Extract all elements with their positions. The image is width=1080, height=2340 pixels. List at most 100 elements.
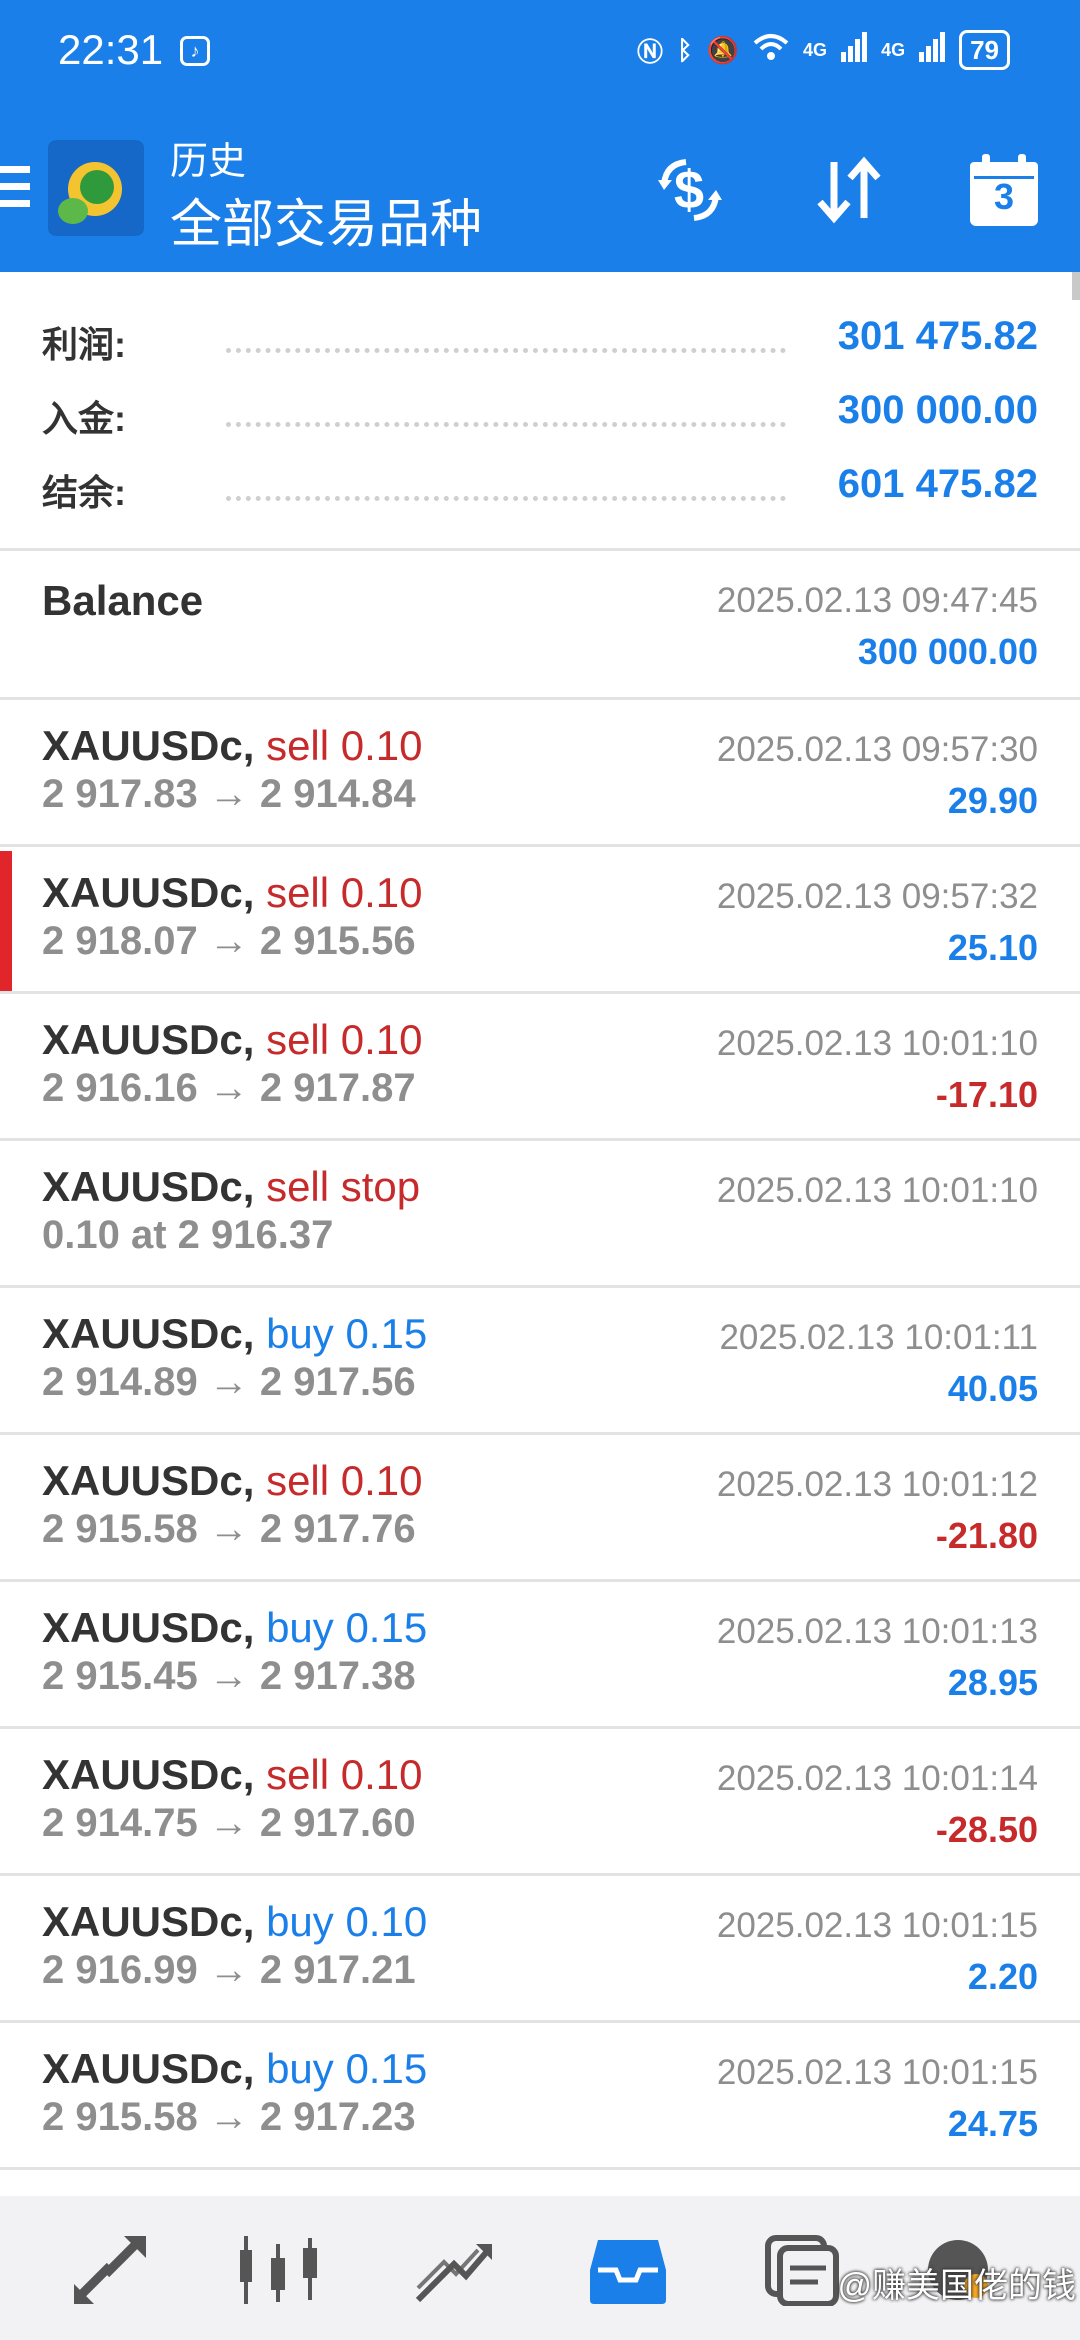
deal-symbol: XAUUSDc, bbox=[42, 1604, 255, 1651]
deal-profit: 2.20 bbox=[967, 1956, 1038, 1997]
page-title: 历史 bbox=[170, 141, 247, 183]
calendar-day: 3 bbox=[993, 176, 1015, 217]
deal-row[interactable]: XAUUSDc, sell 0.10 2 917.83 → 2 914.84 202… bbox=[0, 700, 1080, 847]
calendar-icon[interactable]: 3 bbox=[964, 150, 1044, 230]
deal-symbol: XAUUSDc, bbox=[42, 869, 255, 916]
deal-prices: 2 917.83 → 2 914.84 bbox=[42, 772, 416, 816]
deposit-value: 300 000.00 bbox=[837, 388, 1038, 432]
deposit-label: 入金: bbox=[42, 398, 126, 439]
symbol-filter[interactable]: 全部交易品种 bbox=[170, 182, 482, 257]
deal-time: 2025.02.13 10:01:10 bbox=[716, 1024, 1038, 1063]
deal-prices: 2 918.07 → 2 915.56 bbox=[42, 919, 416, 963]
deal-symbol: XAUUSDc, bbox=[42, 1751, 255, 1798]
deal-profit: -21.80 bbox=[935, 1515, 1038, 1556]
trade-icon[interactable] bbox=[414, 2234, 494, 2306]
deal-title: XAUUSDc, sell 0.10 bbox=[42, 869, 423, 917]
deal-side: sell 0.10 bbox=[266, 722, 423, 769]
deal-title: XAUUSDc, sell 0.10 bbox=[42, 722, 423, 770]
messages-icon[interactable] bbox=[762, 2234, 842, 2307]
deal-prices: 2 914.89 → 2 917.56 bbox=[42, 1360, 416, 1404]
operation-type: Balance bbox=[42, 577, 204, 624]
nfc-icon: Ⓝ bbox=[637, 36, 664, 67]
deal-title: XAUUSDc, sell 0.10 bbox=[42, 1457, 423, 1505]
deal-symbol: XAUUSDc, bbox=[42, 1310, 255, 1357]
deal-row[interactable]: XAUUSDc, buy 0.15 2 915.45 → 2 917.38 2025… bbox=[0, 1582, 1080, 1729]
profit-label: 利润: bbox=[42, 324, 126, 365]
music-notification-icon: ♪ bbox=[180, 36, 210, 66]
deal-title: XAUUSDc, sell stop bbox=[42, 1163, 420, 1211]
deal-profit: 40.05 bbox=[947, 1368, 1038, 1409]
menu-icon[interactable] bbox=[0, 166, 30, 208]
operation-amount: 300 000.00 bbox=[857, 631, 1038, 672]
deal-side: buy 0.10 bbox=[266, 1898, 428, 1945]
deal-symbol: XAUUSDc, bbox=[42, 1457, 255, 1504]
history-icon[interactable] bbox=[588, 2234, 668, 2306]
summary-panel: 利润: 301 475.82 入金: 300 000.00 结余: 601 47… bbox=[0, 272, 1080, 548]
deal-side: buy 0.15 bbox=[266, 1310, 428, 1357]
deposit-row: 入金: 300 000.00 bbox=[0, 380, 1080, 440]
deal-row[interactable]: XAUUSDc, buy 0.15 2 915.58 → 2 917.23 2025… bbox=[0, 2023, 1080, 2170]
deal-time: 2025.02.13 09:57:30 bbox=[716, 730, 1038, 769]
deal-time: 2025.02.13 10:01:13 bbox=[716, 1612, 1038, 1651]
quotes-icon[interactable] bbox=[70, 2234, 150, 2306]
deal-side: sell 0.10 bbox=[266, 1751, 423, 1798]
deal-row[interactable]: XAUUSDc, buy 0.10 2 916.99 → 2 917.21 2025… bbox=[0, 1876, 1080, 2023]
signal-icon-2 bbox=[919, 31, 946, 69]
dotted-leader bbox=[226, 496, 786, 501]
deal-side: sell 0.10 bbox=[266, 869, 423, 916]
history-list: Balance 2025.02.13 09:47:45 300 000.00 X… bbox=[0, 551, 1080, 2170]
deal-title: XAUUSDc, sell 0.10 bbox=[42, 1751, 423, 1799]
deal-row[interactable]: XAUUSDc, sell stop 0.10 at 2 916.37 2025.0… bbox=[0, 1141, 1080, 1288]
deal-prices: 2 915.58 → 2 917.76 bbox=[42, 1507, 416, 1551]
deal-side: sell 0.10 bbox=[266, 1016, 423, 1063]
deal-side: sell stop bbox=[266, 1163, 421, 1210]
balance-operation-row[interactable]: Balance 2025.02.13 09:47:45 300 000.00 bbox=[0, 551, 1080, 700]
deal-title: XAUUSDc, buy 0.10 bbox=[42, 1898, 427, 1946]
deal-side: buy 0.15 bbox=[266, 1604, 428, 1651]
dollar-exchange-icon[interactable]: $ bbox=[650, 150, 730, 230]
deal-profit: 28.95 bbox=[947, 1662, 1038, 1703]
deal-row[interactable]: XAUUSDc, sell 0.10 2 915.58 → 2 917.76 202… bbox=[0, 1435, 1080, 1582]
deal-time: 2025.02.13 09:57:32 bbox=[716, 877, 1038, 916]
deal-symbol: XAUUSDc, bbox=[42, 2045, 255, 2092]
wifi-icon bbox=[753, 33, 789, 68]
deal-time: 2025.02.13 10:01:10 bbox=[716, 1171, 1038, 1210]
deal-prices: 0.10 at 2 916.37 bbox=[42, 1213, 334, 1257]
deal-symbol: XAUUSDc, bbox=[42, 722, 255, 769]
deal-prices: 2 916.16 → 2 917.87 bbox=[42, 1066, 416, 1110]
deal-time: 2025.02.13 10:01:15 bbox=[716, 1906, 1038, 1945]
deal-row[interactable]: XAUUSDc, sell 0.10 2 914.75 → 2 917.60 202… bbox=[0, 1729, 1080, 1876]
signal-icon-1 bbox=[841, 31, 868, 69]
balance-value: 601 475.82 bbox=[837, 462, 1038, 506]
deal-profit: 25.10 bbox=[947, 927, 1038, 968]
operation-time: 2025.02.13 09:47:45 bbox=[716, 581, 1038, 620]
deal-profit: 29.90 bbox=[947, 780, 1038, 821]
dotted-leader bbox=[226, 422, 786, 427]
scrollbar[interactable] bbox=[1072, 272, 1080, 300]
chart-icon[interactable] bbox=[240, 2234, 320, 2306]
deal-row[interactable]: XAUUSDc, sell 0.10 2 918.07 → 2 915.56 202… bbox=[0, 847, 1080, 994]
deal-symbol: XAUUSDc, bbox=[42, 1016, 255, 1063]
deal-row[interactable]: XAUUSDc, buy 0.15 2 914.89 → 2 917.56 2025… bbox=[0, 1288, 1080, 1435]
deal-profit: -28.50 bbox=[935, 1809, 1038, 1850]
deal-row[interactable]: XAUUSDc, sell 0.10 2 916.16 → 2 917.87 202… bbox=[0, 994, 1080, 1141]
deal-time: 2025.02.13 10:01:12 bbox=[716, 1465, 1038, 1504]
deal-title: XAUUSDc, buy 0.15 bbox=[42, 2045, 427, 2093]
bluetooth-icon: ᛒ bbox=[677, 34, 693, 65]
deal-side: sell 0.10 bbox=[266, 1457, 423, 1504]
deal-time: 2025.02.13 10:01:15 bbox=[716, 2053, 1038, 2092]
network-label-1: 4G bbox=[803, 39, 828, 60]
status-icons: Ⓝ ᛒ 🔕 4G 4G 79 bbox=[637, 30, 1010, 70]
deal-symbol: XAUUSDc, bbox=[42, 1898, 255, 1945]
deal-time: 2025.02.13 10:01:14 bbox=[716, 1759, 1038, 1798]
deal-prices: 2 915.58 → 2 917.23 bbox=[42, 2095, 416, 2139]
deal-symbol: XAUUSDc, bbox=[42, 1163, 255, 1210]
battery-indicator: 79 bbox=[959, 30, 1010, 70]
deal-profit: 24.75 bbox=[947, 2103, 1038, 2144]
deal-side: buy 0.15 bbox=[266, 2045, 428, 2092]
bottom-navigation: @赚美国佬的钱 bbox=[0, 2196, 1080, 2340]
sort-icon[interactable] bbox=[808, 150, 888, 230]
deal-title: XAUUSDc, buy 0.15 bbox=[42, 1310, 427, 1358]
deal-prices: 2 915.45 → 2 917.38 bbox=[42, 1654, 416, 1698]
mute-icon: 🔕 bbox=[706, 34, 740, 65]
